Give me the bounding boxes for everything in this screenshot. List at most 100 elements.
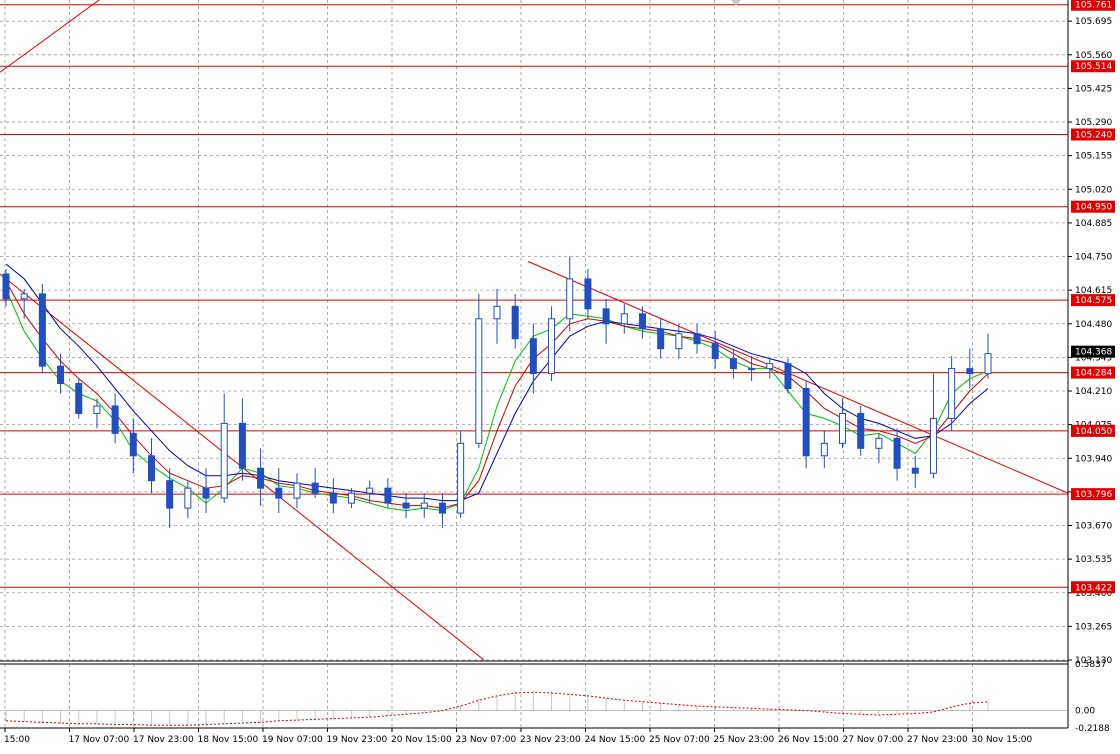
candle-body [202,487,210,499]
level-badge-label: 103.796 [1075,490,1112,500]
candle-body [839,412,847,444]
candle-body [348,492,356,504]
level-badge: 103.422 [1071,581,1115,594]
candle-body [384,487,392,504]
candle-body [20,293,28,300]
oscillator-tick-label: -0.2188 [1075,724,1110,734]
candle-body [748,368,756,371]
price-tick-label: 105.560 [1075,51,1112,61]
candle-body [602,308,610,325]
candle-body [948,368,956,419]
time-tick-label: 27 Nov 23:00 [907,735,968,745]
level-badge-label: 103.422 [1075,583,1112,593]
time-tick-label: 25 Nov 23:00 [714,735,775,745]
level-badge: 104.950 [1071,200,1115,213]
price-tick-label: 105.695 [1075,17,1112,27]
candle-body [711,343,719,360]
candle [457,430,465,519]
candle-body [93,405,101,414]
time-tick-label: 27 Nov 07:00 [843,735,904,745]
candle [784,358,792,394]
candle-body [802,388,810,457]
time-tick-label: 19 Nov 23:00 [327,735,388,745]
time-tick-label: 30 Nov 15:00 [972,735,1033,745]
candle [38,283,46,374]
candle-body [511,305,519,340]
candle-body [2,273,10,300]
level-badge-label: 104.575 [1075,296,1112,306]
candle-body [566,278,574,320]
time-tick-label: 25 Nov 07:00 [649,735,710,745]
price-tick-label: 104.210 [1075,387,1112,397]
candle-body [548,318,556,375]
candle-body [366,487,374,494]
time-tick-label: 23 Nov 07:00 [456,735,517,745]
candle [857,405,865,456]
level-badge-label: 105.514 [1075,62,1112,72]
candle-body [984,353,992,375]
candle-body [584,278,592,310]
level-badge: 104.050 [1071,424,1115,437]
level-badge: 103.796 [1071,488,1115,501]
candle-body [402,502,410,509]
time-tick-label: 19 Nov 07:00 [262,735,323,745]
level-badge-label: 104.284 [1075,369,1112,379]
candle-body [184,487,192,509]
candle-body [493,305,501,320]
price-tick-label: 105.425 [1075,84,1112,94]
candle-body [966,368,974,375]
price-tick-label: 103.670 [1075,522,1112,532]
time-tick-label: 23 Nov 23:00 [520,735,581,745]
candle-body [38,293,46,367]
candle-body [893,437,901,469]
level-badge: 105.514 [1071,60,1115,73]
price-tick-label: 103.265 [1075,622,1112,632]
candle-body [529,338,537,375]
price-tick-label: 104.885 [1075,219,1112,229]
candle-body [57,365,65,385]
candle-body [420,502,428,509]
candle-body [220,422,228,499]
candle-body [820,442,828,457]
candle-body [693,333,701,345]
candle-body [75,383,83,414]
level-badge-label: 104.050 [1075,427,1112,437]
candle-body [329,492,337,504]
candle-body [111,405,119,434]
candle-body [857,412,865,449]
level-badge: 105.761 [1071,0,1115,11]
time-tick-label: 17 Nov 07:00 [69,735,130,745]
candle-body [275,487,283,499]
time-tick-label: 17 Nov 23:00 [133,735,194,745]
candle-body [475,318,483,444]
level-badge-label: 105.240 [1075,130,1112,140]
oscillator-tick-label: 0.00 [1075,707,1095,717]
price-tick-label: 103.940 [1075,454,1112,464]
candle-body [729,358,737,370]
candle-body [875,437,883,449]
candle-body [457,442,465,514]
candle-body [438,502,446,514]
oscillator-tick-label: 0.5837 [1075,660,1107,670]
time-tick-label: 18 Nov 15:00 [198,735,259,745]
candle-body [620,313,628,325]
time-tick-label: 24 Nov 15:00 [585,735,646,745]
current-price-badge: 104.368 [1071,345,1115,358]
price-chart[interactable]: 105.695 105.560 105.425 105.290 105.155 105.0… [0,0,1120,754]
price-tick-label: 103.535 [1075,555,1112,565]
candle-body [166,480,174,509]
level-badge: 104.284 [1071,366,1115,379]
price-tick-label: 105.020 [1075,185,1112,195]
candle-body [766,363,774,370]
current-price-label: 104.368 [1075,348,1112,358]
price-tick-label: 104.750 [1075,253,1112,263]
level-badge: 105.240 [1071,128,1115,141]
candle [802,381,810,469]
candle-body [311,482,319,494]
level-badge: 104.575 [1071,294,1115,307]
candle-body [638,313,646,330]
candle-body [675,333,683,350]
candle-body [293,482,301,499]
candle-body [129,432,137,457]
candle [75,378,83,419]
